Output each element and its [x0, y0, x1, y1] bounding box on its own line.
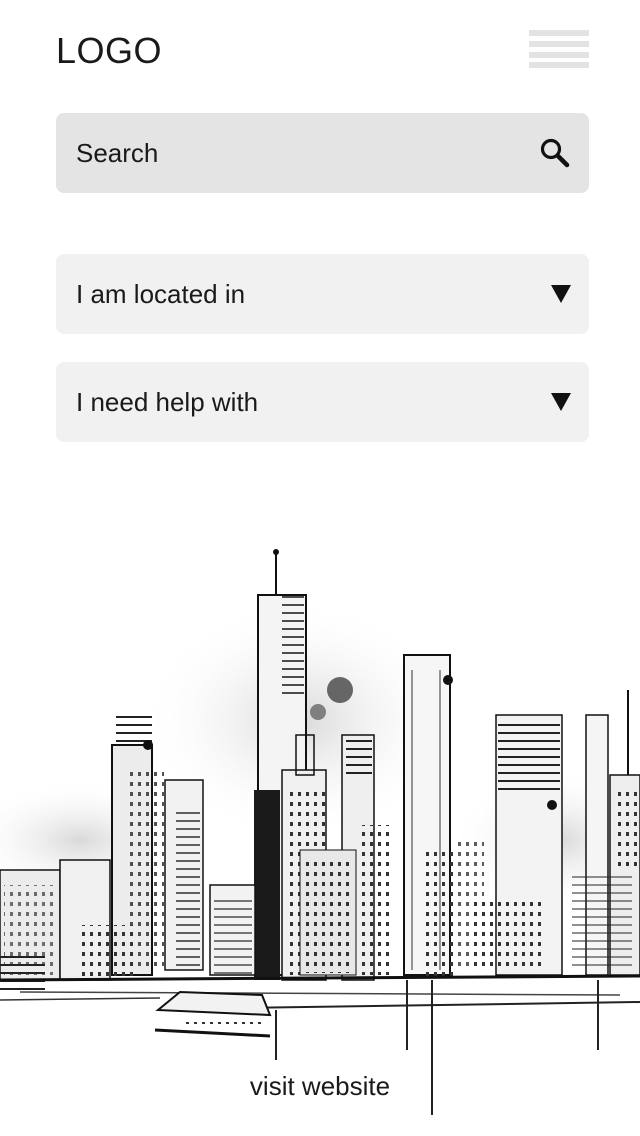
location-dropdown[interactable]: I am located in: [56, 254, 589, 334]
triangle-down-icon: [551, 285, 571, 303]
search-icon[interactable]: [539, 137, 571, 169]
help-topic-dropdown[interactable]: I need help with: [56, 362, 589, 442]
hamburger-menu-icon[interactable]: [529, 30, 589, 70]
location-dropdown-label: I am located in: [76, 278, 246, 309]
help-dropdown-label: I need help with: [76, 386, 259, 417]
triangle-down-icon: [551, 393, 571, 411]
search-input[interactable]: Search: [56, 113, 589, 193]
search-placeholder: Search: [76, 137, 159, 168]
city-skyline-illustration: [0, 549, 640, 1115]
logo: LOGO: [56, 30, 163, 71]
visit-website-link[interactable]: visit website: [0, 1071, 640, 1102]
